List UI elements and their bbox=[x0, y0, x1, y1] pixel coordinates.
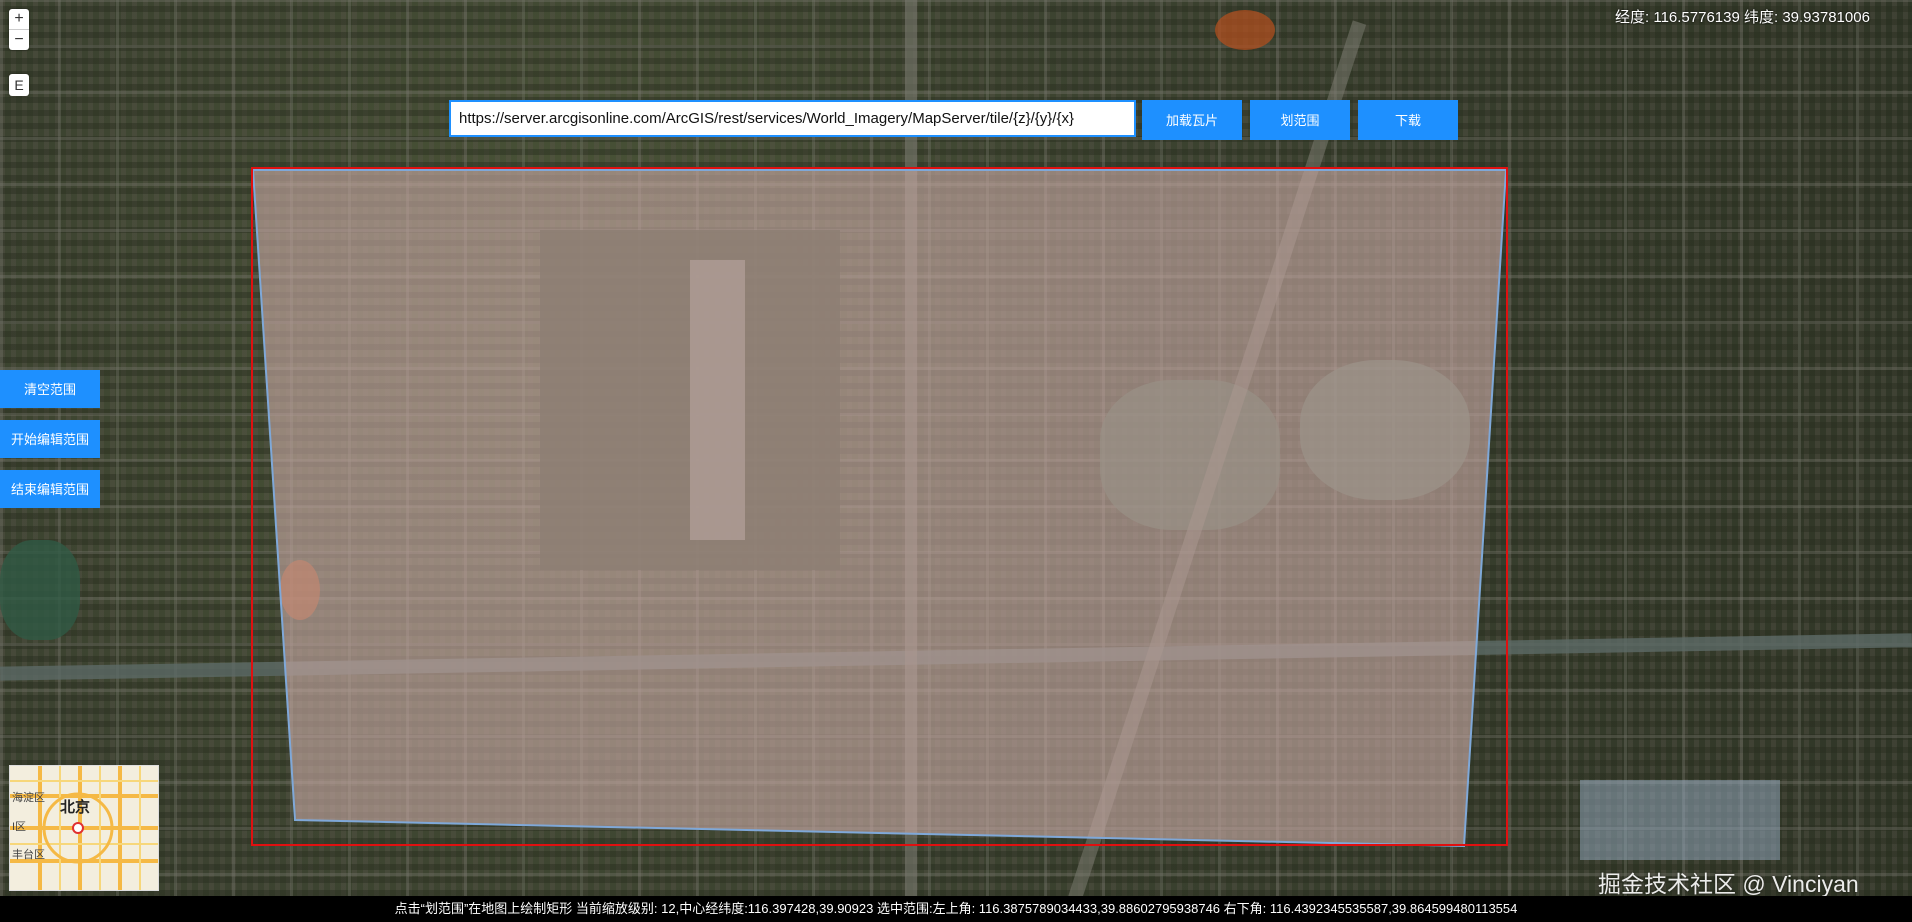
overview-map[interactable]: 北京 海淀区 I区 丰台区 bbox=[9, 765, 159, 891]
extent-button[interactable]: E bbox=[9, 74, 29, 96]
start-edit-range-button[interactable]: 开始编辑范围 bbox=[0, 420, 100, 458]
overview-district-label: 海淀区 bbox=[12, 792, 45, 804]
zoom-out-button[interactable]: − bbox=[9, 29, 29, 50]
draw-range-button[interactable]: 划范围 bbox=[1250, 100, 1350, 140]
clear-range-button[interactable]: 清空范围 bbox=[0, 370, 100, 408]
zoom-in-button[interactable]: + bbox=[9, 9, 29, 29]
status-bar: 点击“划范围”在地图上绘制矩形 当前缩放级别: 12,中心经纬度:116.397… bbox=[0, 896, 1912, 922]
end-edit-range-button[interactable]: 结束编辑范围 bbox=[0, 470, 100, 508]
overview-district-label: 丰台区 bbox=[12, 849, 45, 861]
load-tiles-button[interactable]: 加载瓦片 bbox=[1142, 100, 1242, 140]
watermark: 掘金技术社区 @ Vinciyan bbox=[1598, 871, 1859, 897]
zoom-control: + − bbox=[9, 9, 29, 50]
overview-district-label: I区 bbox=[12, 821, 27, 833]
overview-city-label: 北京 bbox=[60, 799, 91, 816]
overview-roads bbox=[10, 766, 158, 890]
selection-rectangle[interactable] bbox=[251, 167, 1508, 846]
download-button[interactable]: 下载 bbox=[1358, 100, 1458, 140]
coordinate-readout: 经度: 116.5776139 纬度: 39.93781006 bbox=[1615, 9, 1870, 26]
tile-url-input[interactable] bbox=[449, 100, 1136, 137]
